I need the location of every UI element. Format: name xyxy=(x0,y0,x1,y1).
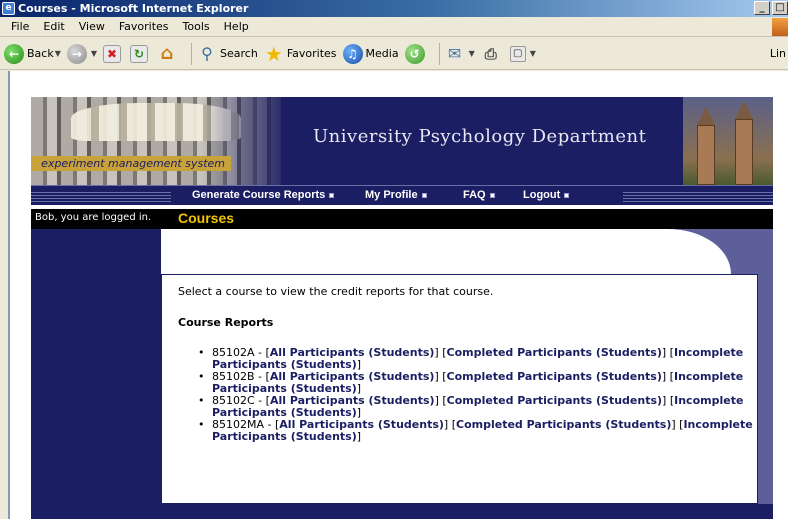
edit-button[interactable]: ▢ ▼ xyxy=(509,45,536,62)
course-report-list: • 85102A - [All Participants (Students)]… xyxy=(178,347,757,443)
bullet-icon: • xyxy=(198,370,205,383)
list-item: • 85102MA - [All Participants (Students)… xyxy=(198,418,753,443)
content-header-curve xyxy=(161,229,731,274)
completed-participants-link[interactable]: Completed Participants (Students) xyxy=(447,346,662,359)
spire xyxy=(697,107,715,125)
toolbar-separator xyxy=(438,42,440,65)
nav-label: FAQ xyxy=(463,189,486,201)
back-arrow-icon: ← xyxy=(4,43,24,64)
history-button[interactable]: ↺ xyxy=(404,43,428,64)
nav-my-profile[interactable]: My Profile xyxy=(365,189,427,201)
back-label: Back xyxy=(27,47,54,60)
sidebar xyxy=(31,229,161,519)
search-button[interactable]: ⚲ Search xyxy=(197,44,258,64)
bullet-icon xyxy=(564,192,570,198)
login-status: Bob, you are logged in. xyxy=(35,212,152,223)
ie-icon: e xyxy=(2,2,15,15)
chevron-down-icon[interactable]: ▼ xyxy=(91,49,97,58)
list-item: • 85102A - [All Participants (Students)]… xyxy=(198,346,744,371)
forward-button[interactable]: → ▼ xyxy=(66,43,97,64)
completed-participants-link[interactable]: Completed Participants (Students) xyxy=(447,370,662,383)
favorites-label: Favorites xyxy=(286,47,337,60)
nav-generate-course-reports[interactable]: Generate Course Reports xyxy=(192,189,335,201)
search-icon: ⚲ xyxy=(201,43,213,63)
edit-page-icon: ▢ xyxy=(509,45,526,62)
media-button[interactable]: ♫ Media xyxy=(342,43,399,64)
church-towers-image xyxy=(683,97,773,185)
spire xyxy=(735,101,753,119)
menu-help[interactable]: Help xyxy=(217,20,256,33)
media-label: Media xyxy=(365,47,399,60)
search-label: Search xyxy=(220,47,258,60)
maximize-button[interactable]: □ xyxy=(772,1,788,15)
home-icon: ⌂ xyxy=(160,42,174,64)
nav-faq[interactable]: FAQ xyxy=(463,189,495,201)
tower xyxy=(735,119,753,185)
system-label: experiment management system xyxy=(31,156,231,171)
page-title: Courses xyxy=(178,210,235,226)
list-item: • 85102B - [All Participants (Students)]… xyxy=(198,370,744,395)
department-title: University Psychology Department xyxy=(313,126,647,147)
bullet-icon xyxy=(489,192,495,198)
bullet-icon: • xyxy=(198,346,205,359)
browser-viewport: experiment management system University … xyxy=(8,71,788,519)
menu-bar: File Edit View Favorites Tools Help xyxy=(0,17,788,37)
bullet-icon: • xyxy=(198,394,205,407)
nav-logout[interactable]: Logout xyxy=(523,189,570,201)
main-content: Select a course to view the credit repor… xyxy=(161,274,758,504)
menu-file[interactable]: File xyxy=(4,20,36,33)
chevron-down-icon[interactable]: ▼ xyxy=(469,49,475,58)
window-title: Courses - Microsoft Internet Explorer xyxy=(18,2,249,15)
bullet-icon xyxy=(421,192,427,198)
section-heading: Course Reports xyxy=(178,316,274,329)
bullet-icon: • xyxy=(198,418,205,431)
mail-icon: ✉ xyxy=(447,43,462,63)
tower xyxy=(697,125,715,185)
refresh-button[interactable]: ↻ xyxy=(130,44,151,63)
favorites-button[interactable]: ★ Favorites xyxy=(264,44,337,64)
stop-icon: ✖ xyxy=(103,44,122,63)
bullet-icon xyxy=(329,192,335,198)
nav-label: Generate Course Reports xyxy=(192,189,326,201)
title-bar: Bob, you are logged in. Courses xyxy=(31,209,773,229)
menu-edit[interactable]: Edit xyxy=(36,20,71,33)
history-icon: ↺ xyxy=(404,43,425,64)
completed-participants-link[interactable]: Completed Participants (Students) xyxy=(447,394,662,407)
chevron-down-icon[interactable]: ▼ xyxy=(55,49,61,58)
nav-label: Logout xyxy=(523,189,561,201)
nav-label: My Profile xyxy=(365,189,418,201)
nav-decoration xyxy=(31,190,171,202)
star-icon: ★ xyxy=(264,41,283,66)
print-button[interactable]: ⎙ xyxy=(481,44,504,64)
nav-decoration xyxy=(623,190,773,202)
forward-arrow-icon: → xyxy=(66,43,87,64)
minimize-button[interactable]: _ xyxy=(754,1,770,15)
links-toolbar[interactable]: Lin xyxy=(770,47,786,60)
toolbar: ← Back ▼ → ▼ ✖ ↻ ⌂ ⚲ Search ★ Favorites … xyxy=(0,38,788,70)
mail-button[interactable]: ✉ ▼ xyxy=(445,44,475,64)
printer-icon: ⎙ xyxy=(484,44,497,63)
window-title-bar: e Courses - Microsoft Internet Explorer … xyxy=(0,0,788,17)
media-icon: ♫ xyxy=(342,43,363,64)
back-button[interactable]: ← Back ▼ xyxy=(4,43,61,64)
main-nav: Generate Course Reports My Profile FAQ L… xyxy=(31,185,773,205)
site-banner: experiment management system University … xyxy=(31,97,773,185)
refresh-icon: ↻ xyxy=(130,44,149,63)
stop-button[interactable]: ✖ xyxy=(103,44,124,63)
toolbar-separator xyxy=(191,42,193,65)
list-item: • 85102C - [All Participants (Students)]… xyxy=(198,394,744,419)
home-button[interactable]: ⌂ xyxy=(157,42,180,64)
completed-participants-link[interactable]: Completed Participants (Students) xyxy=(456,418,671,431)
menu-favorites[interactable]: Favorites xyxy=(112,20,176,33)
intro-text: Select a course to view the credit repor… xyxy=(178,285,494,298)
banner-shade xyxy=(201,97,291,185)
chevron-down-icon[interactable]: ▼ xyxy=(530,49,536,58)
menu-tools[interactable]: Tools xyxy=(176,20,217,33)
windows-logo-icon xyxy=(772,18,788,36)
menu-view[interactable]: View xyxy=(72,20,112,33)
content-footer xyxy=(161,504,773,519)
